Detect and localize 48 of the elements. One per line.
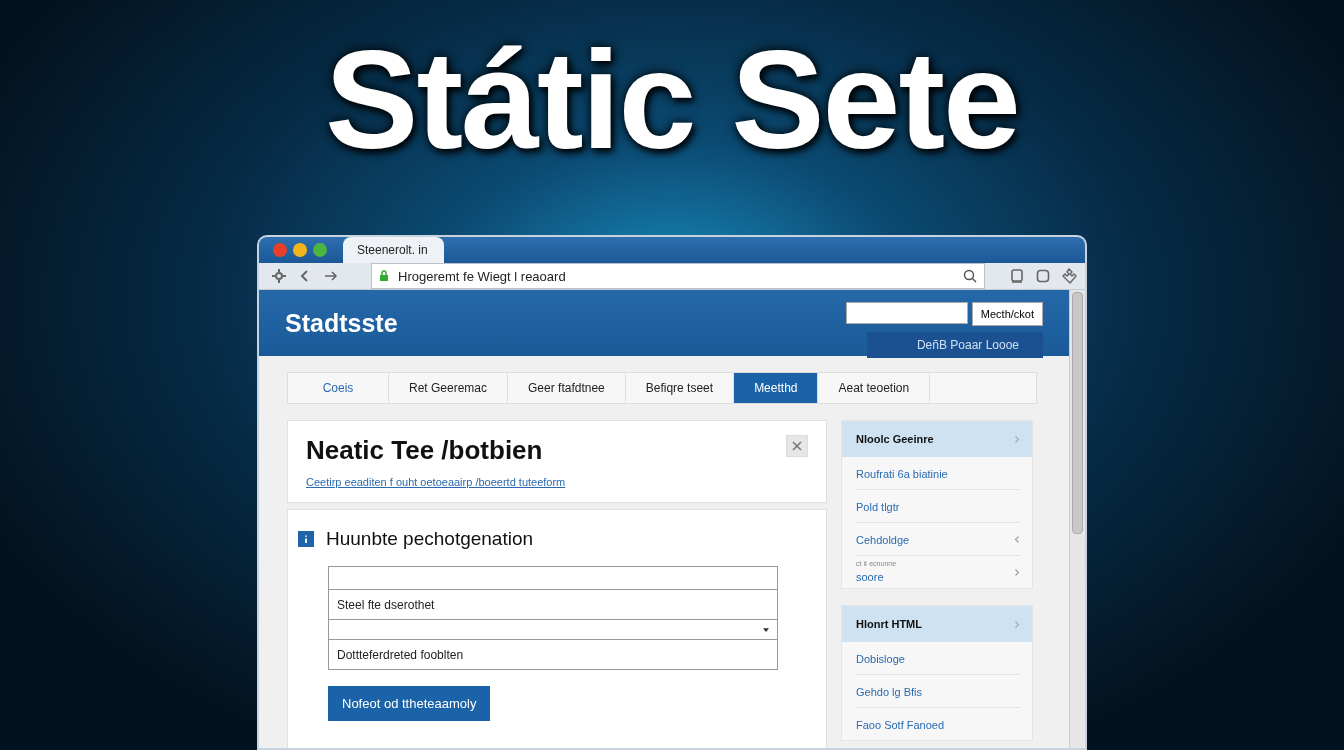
panel-header[interactable]: Hlonrt HTML	[842, 606, 1032, 642]
site-logo[interactable]: Stadtsste	[285, 308, 398, 338]
sidebar-link[interactable]: soore	[856, 570, 884, 583]
search-button[interactable]: Mecth/ckot	[971, 302, 1043, 326]
x-icon	[792, 440, 802, 451]
sidebar-link[interactable]: Pold tlgtr	[856, 501, 900, 513]
bookmark-icon[interactable]	[1009, 268, 1025, 284]
nav-tab[interactable]: Ret Geeremac	[389, 373, 509, 403]
input-field[interactable]: Dottteferdreted fooblten	[328, 640, 778, 670]
nav-tab[interactable]: Geer ftafdtnee	[508, 373, 626, 403]
panel-title: Nloolc Geeinre	[856, 433, 934, 445]
sidebar-link[interactable]: Faoo Sotf Fanoed	[856, 719, 945, 731]
close-button[interactable]	[786, 435, 808, 457]
minimize-dot-icon[interactable]	[293, 243, 307, 257]
submit-button[interactable]: Nofeot od ttheteaamoly	[328, 686, 491, 721]
url-text: Hrogeremt fe Wiegt l reaoard	[398, 268, 567, 284]
sidebar-link[interactable]: Roufrati 6a biatinie	[856, 468, 948, 480]
chevron-icon[interactable]	[1014, 434, 1020, 444]
input-field[interactable]: Steel fte dserothet	[328, 590, 778, 620]
lock-icon	[378, 270, 390, 282]
close-dot-icon[interactable]	[273, 243, 287, 257]
chevron-icon[interactable]	[1014, 567, 1020, 577]
scroll-thumb[interactable]	[1072, 292, 1083, 534]
nav-tab[interactable]: Coeis	[288, 373, 389, 403]
input-field[interactable]	[328, 566, 778, 590]
caret-icon	[763, 627, 769, 632]
sidebar-link[interactable]: Dobisloge	[856, 653, 905, 665]
nav-tab[interactable]: Meetthd	[734, 373, 819, 403]
info-icon	[298, 531, 314, 547]
chevron-icon[interactable]	[1014, 619, 1020, 629]
browser-tab[interactable]: Steenerolt. in	[343, 237, 444, 263]
square-icon[interactable]	[1035, 268, 1051, 284]
sidebar-link[interactable]: Gehdo lg Bfis	[856, 686, 923, 698]
scrollbar[interactable]	[1069, 290, 1085, 748]
sidebar-link[interactable]: Cehdoldge	[856, 534, 910, 546]
headline: Státic Sete	[325, 30, 1019, 180]
hero-heading: Neatic Tee /botbien	[306, 435, 543, 466]
hero-link[interactable]: Ceetirp eeaditen f ouht oetoeaairp /boeertd tuteeform	[306, 476, 808, 488]
panel-header[interactable]: Nloolc Geeinre	[842, 421, 1032, 457]
search-icon[interactable]	[962, 268, 978, 284]
address-bar[interactable]: Hrogeremt fe Wiegt l reaoard	[371, 263, 985, 289]
form-heading: Huunbte pechotgenation	[326, 528, 534, 550]
header-link[interactable]: DeñB Poaar Loooe	[866, 332, 1043, 358]
search-field[interactable]	[845, 302, 968, 324]
panel-title: Hlonrt HTML	[856, 618, 922, 630]
gear-icon[interactable]	[271, 268, 287, 284]
nav-tab[interactable]: Aeat teoetion	[818, 373, 931, 403]
zoom-dot-icon[interactable]	[313, 243, 327, 257]
